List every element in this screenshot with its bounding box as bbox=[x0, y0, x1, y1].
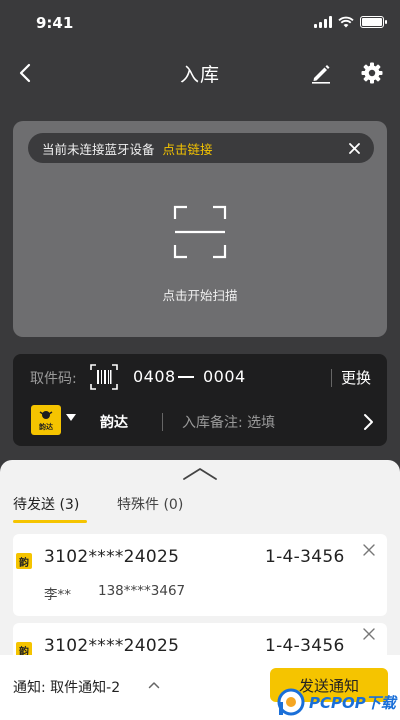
scan-frame-icon bbox=[173, 205, 227, 259]
remark-field[interactable]: 入库备注: 选填 bbox=[182, 412, 275, 432]
courier-logo[interactable]: 韵达 bbox=[31, 405, 61, 435]
tab-special[interactable]: 特殊件 (0) bbox=[117, 494, 183, 514]
pickup-code-part2: 0004 bbox=[203, 367, 246, 386]
scan-label: 点击开始扫描 bbox=[162, 288, 238, 303]
gear-icon bbox=[361, 62, 383, 84]
scan-button[interactable] bbox=[173, 205, 227, 259]
tab-pending[interactable]: 待发送 (3) bbox=[13, 494, 79, 514]
divider bbox=[162, 413, 163, 431]
shelf-code: 1-4-3456 bbox=[265, 547, 345, 567]
courier-badge: 韵 bbox=[16, 553, 32, 569]
divider bbox=[331, 369, 332, 387]
status-icons bbox=[314, 16, 387, 28]
status-time: 9:41 bbox=[36, 14, 74, 32]
recipient-phone: 138****3467 bbox=[98, 583, 186, 599]
wifi-icon bbox=[338, 16, 354, 28]
barcode-icon[interactable] bbox=[90, 364, 118, 390]
watermark-logo-icon bbox=[277, 688, 305, 716]
close-icon bbox=[348, 142, 360, 154]
courier-dropdown-caret[interactable] bbox=[66, 414, 76, 421]
chevron-up-icon[interactable] bbox=[180, 466, 220, 482]
battery-icon bbox=[360, 16, 387, 28]
watermark-text: PCPOP下载 bbox=[309, 693, 396, 712]
active-tab-indicator bbox=[13, 520, 87, 523]
pickup-code-label: 取件码: bbox=[30, 371, 77, 387]
close-icon[interactable] bbox=[361, 626, 377, 642]
bluetooth-message: 当前未连接蓝牙设备 bbox=[42, 141, 155, 157]
signal-icon bbox=[314, 16, 332, 28]
recipient-name: 李** bbox=[44, 587, 71, 603]
bluetooth-connect-link[interactable]: 点击链接 bbox=[163, 139, 213, 158]
page-title: 入库 bbox=[179, 64, 220, 86]
watermark: PCPOP下载 bbox=[276, 684, 396, 720]
pickup-code-part1: 0408 bbox=[133, 367, 176, 386]
courier-logo-text: 韵达 bbox=[39, 422, 53, 431]
change-button[interactable]: 更换 bbox=[341, 367, 371, 388]
bluetooth-banner: 当前未连接蓝牙设备 点击链接 bbox=[28, 133, 374, 163]
pen-icon bbox=[312, 65, 330, 84]
chevron-up-icon[interactable] bbox=[148, 680, 160, 690]
code-separator bbox=[178, 376, 194, 378]
chevron-right-icon[interactable] bbox=[358, 412, 378, 432]
courier-name[interactable]: 韵达 bbox=[100, 412, 128, 432]
tracking-number: 3102****24025 bbox=[44, 636, 180, 656]
edit-button[interactable] bbox=[306, 58, 336, 88]
tracking-number: 3102****24025 bbox=[44, 547, 180, 567]
settings-button[interactable] bbox=[357, 58, 387, 88]
courier-mascot-icon bbox=[39, 410, 53, 419]
notify-template-selector[interactable]: 通知: 取件通知-2 bbox=[13, 677, 120, 697]
close-icon[interactable] bbox=[361, 542, 377, 558]
shelf-code: 1-4-3456 bbox=[265, 636, 345, 656]
banner-close-button[interactable] bbox=[344, 138, 364, 158]
